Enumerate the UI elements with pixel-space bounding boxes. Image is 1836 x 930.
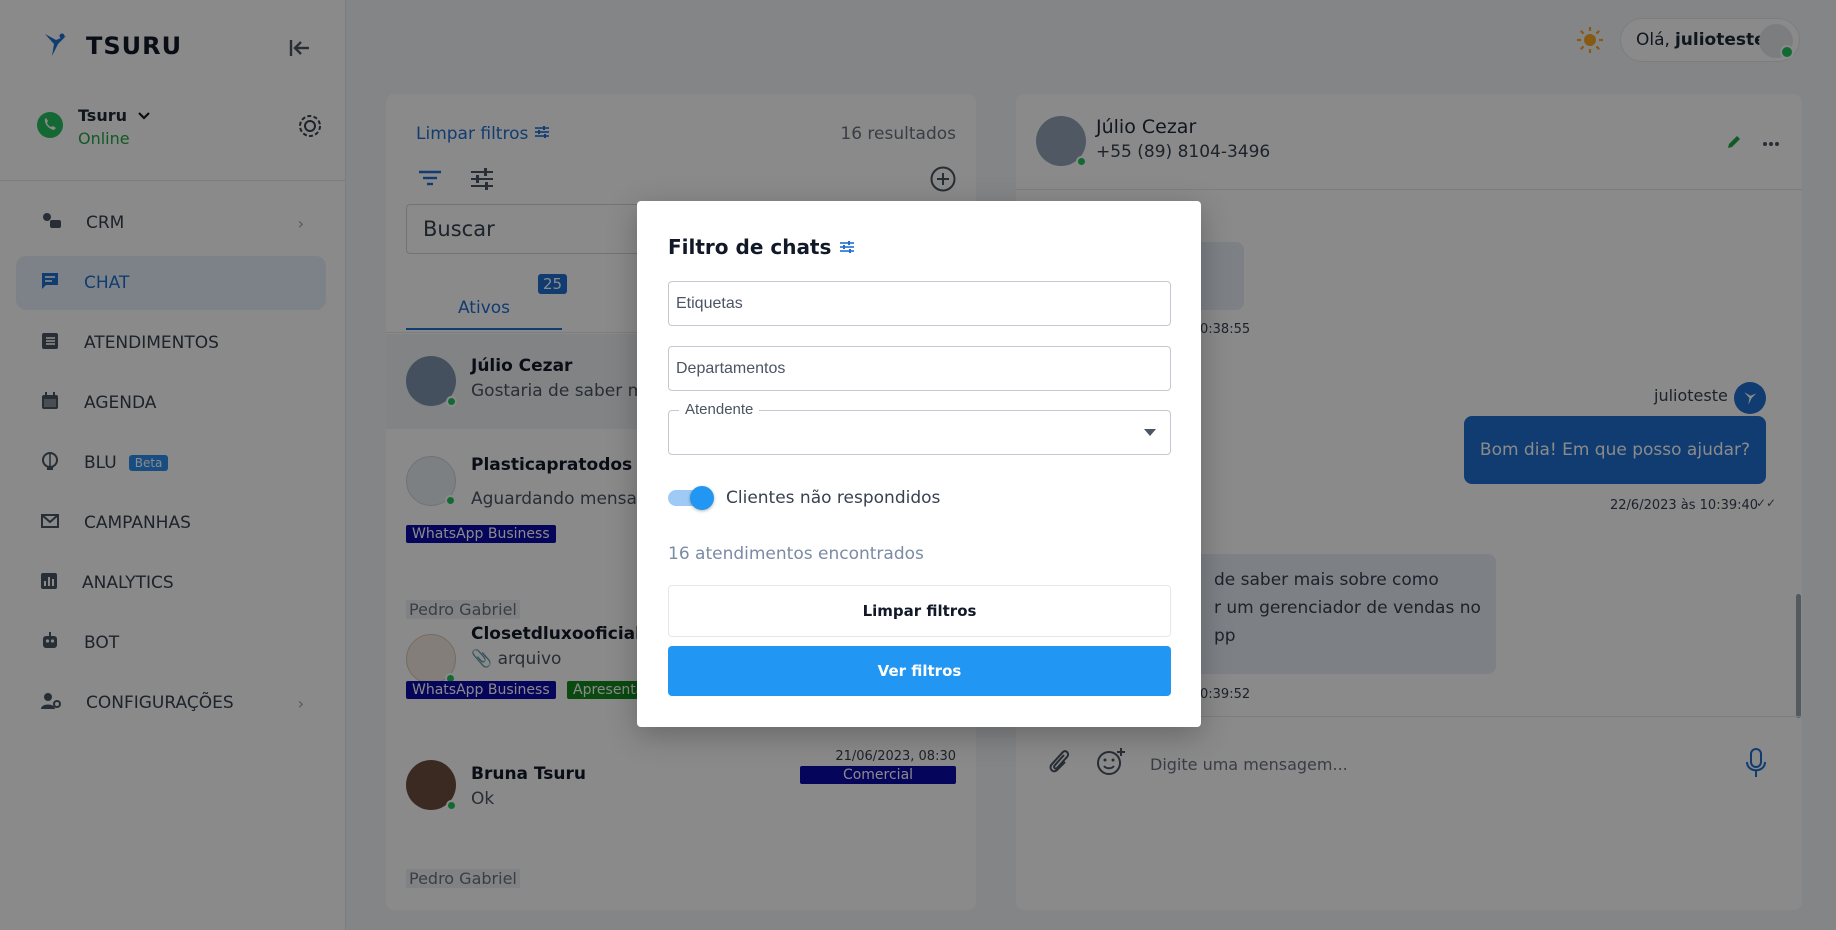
tags-input[interactable] — [668, 281, 1171, 326]
found-count: 16 atendimentos encontrados — [668, 544, 924, 564]
dropdown-arrow-icon — [1144, 429, 1156, 436]
unanswered-clients-toggle[interactable] — [668, 486, 714, 510]
attendant-label: Atendente — [679, 401, 760, 418]
modal-title-text: Filtro de chats — [668, 235, 832, 259]
modal-title: Filtro de chats — [668, 235, 855, 259]
departments-input[interactable] — [668, 346, 1171, 391]
attendant-select[interactable]: Atendente — [668, 401, 1171, 455]
chat-filter-dialog: Filtro de chats Atendente Clientes não r… — [637, 201, 1201, 727]
apply-filters-button[interactable]: Ver filtros — [668, 646, 1171, 696]
toggle-label: Clientes não respondidos — [726, 488, 941, 508]
toggle-thumb — [690, 486, 714, 510]
filter-sliders-icon — [839, 235, 855, 259]
clear-filters-button[interactable]: Limpar filtros — [668, 585, 1171, 637]
